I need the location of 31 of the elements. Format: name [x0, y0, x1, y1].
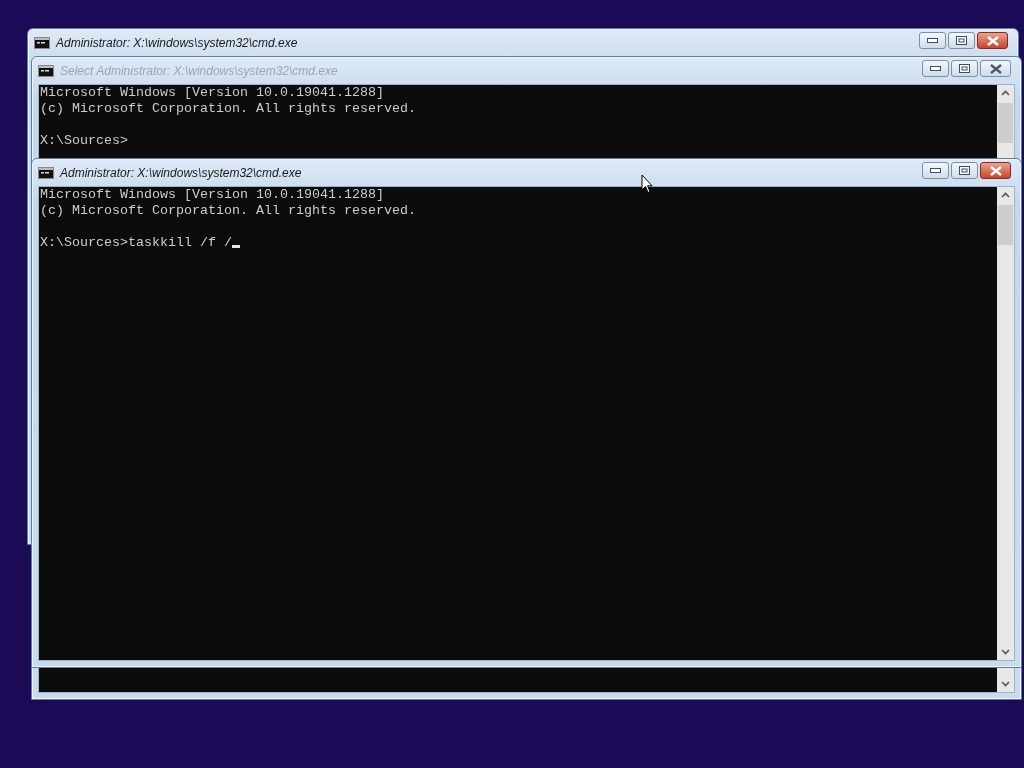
- console-app-icon: [34, 36, 50, 49]
- minimize-button[interactable]: [922, 162, 949, 179]
- window-title: Administrator: X:\windows\system32\cmd.exe: [56, 35, 298, 50]
- close-icon: [986, 35, 999, 46]
- console-line: Microsoft Windows [Version 10.0.19041.1288]: [40, 187, 385, 203]
- minimize-button[interactable]: [919, 32, 946, 49]
- close-icon: [989, 63, 1002, 74]
- maximize-button[interactable]: [948, 32, 975, 49]
- console-line: (c) Microsoft Corporation. All rights reserved.: [40, 101, 417, 117]
- mouse-pointer-icon: [641, 174, 653, 194]
- minimize-icon: [930, 66, 941, 71]
- command-line: X:\Sources>taskkill /f /: [40, 235, 996, 251]
- window-title: Select Administrator: X:\windows\system32\cmd.exe: [60, 63, 338, 78]
- scrollbar-thumb[interactable]: [998, 205, 1013, 245]
- console-line: (c) Microsoft Corporation. All rights reserved.: [40, 203, 417, 219]
- maximize-icon: [956, 36, 967, 45]
- window-title: Administrator: X:\windows\system32\cmd.exe: [60, 165, 302, 180]
- minimize-icon: [927, 38, 938, 43]
- console-app-icon: [38, 166, 54, 179]
- close-button[interactable]: [980, 162, 1011, 179]
- command-line: X:\Sources>: [40, 133, 129, 149]
- scrollbar-thumb[interactable]: [998, 103, 1013, 143]
- close-icon: [989, 165, 1002, 176]
- console-line: Microsoft Windows [Version 10.0.19041.1288]: [40, 85, 385, 101]
- minimize-icon: [930, 168, 941, 173]
- maximize-button[interactable]: [951, 162, 978, 179]
- close-button[interactable]: [977, 32, 1008, 49]
- maximize-icon: [959, 166, 970, 175]
- maximize-icon: [959, 64, 970, 73]
- console-output[interactable]: Microsoft Windows [Version 10.0.19041.1288] (c) Microsoft Corporation. All rights reserved. X:\Sources>taskkill /f /: [39, 187, 997, 660]
- console-app-icon: [38, 64, 54, 77]
